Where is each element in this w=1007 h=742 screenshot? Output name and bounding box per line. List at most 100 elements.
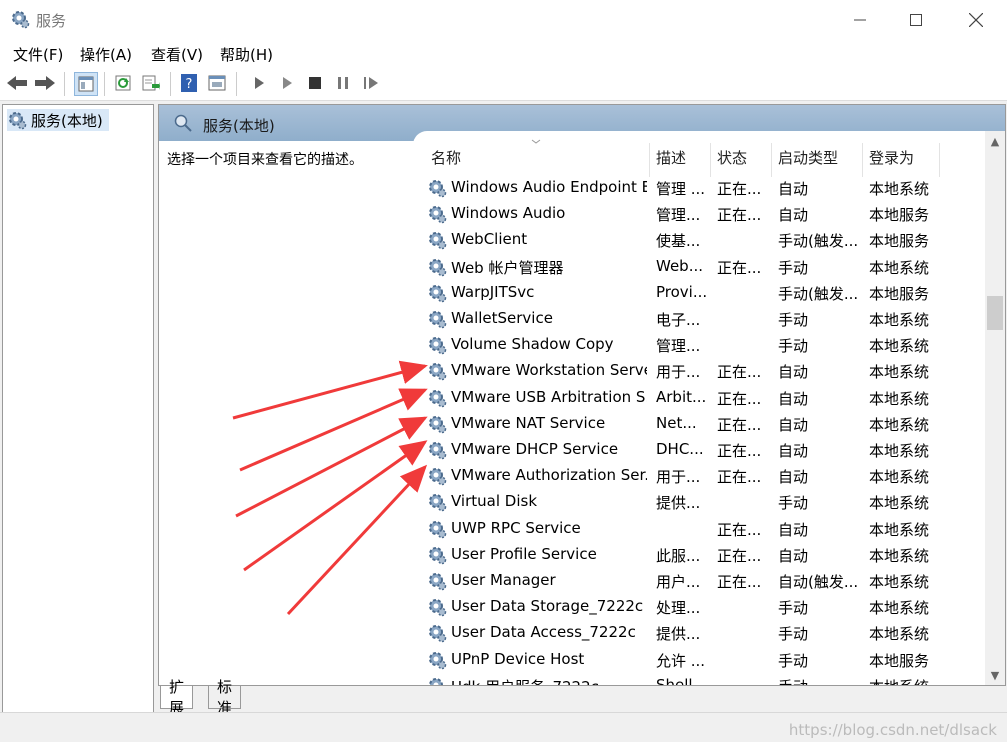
- service-description: 管理...: [656, 337, 701, 356]
- service-name: VMware Authorization Ser...: [451, 466, 647, 485]
- service-description: Web...: [656, 256, 704, 275]
- column-divider[interactable]: [649, 143, 650, 177]
- service-row[interactable]: User Manager 用户... 正在... 自动(触发... 本地系统: [413, 568, 983, 594]
- service-row[interactable]: User Data Storage_7222c 处理... 手动 本地系统: [413, 594, 983, 620]
- service-gear-icon: [427, 388, 447, 408]
- service-row[interactable]: VMware Workstation Server 用于... 正在... 自动 本地系…: [413, 358, 983, 384]
- service-row[interactable]: WarpJITSvc Provi... 手动(触发... 本地服务: [413, 280, 983, 306]
- window-title: 服务: [36, 12, 67, 30]
- service-startup-type: 自动: [778, 206, 809, 225]
- scroll-up-arrow-icon[interactable]: ▲: [985, 131, 1005, 151]
- maximize-button[interactable]: [888, 0, 944, 40]
- play-icon: [283, 77, 292, 89]
- service-gear-icon: [427, 466, 447, 486]
- service-status: 正在...: [717, 573, 762, 591]
- search-gear-icon: [174, 114, 192, 132]
- service-log-on-as: 本地系统: [869, 180, 930, 198]
- stop-service-button[interactable]: [304, 72, 326, 94]
- refresh-button[interactable]: [112, 72, 134, 94]
- start-service-alt-button[interactable]: [276, 72, 298, 94]
- service-row[interactable]: UWP RPC Service 正在... 自动 本地系统: [413, 516, 983, 542]
- tab-standard[interactable]: 标准: [208, 678, 242, 717]
- service-row[interactable]: Windows Audio Endpoint B... 管理 ... 正在... 自动…: [413, 175, 983, 201]
- service-name: Windows Audio: [451, 204, 566, 223]
- services-list: 名称 描述 状态 启动类型 登录为 Windows Audio Endpoint…: [413, 131, 1005, 685]
- service-startup-type: 自动: [778, 468, 809, 487]
- column-divider[interactable]: [862, 143, 863, 177]
- service-gear-icon: [427, 676, 447, 685]
- service-row[interactable]: VMware NAT Service Net... 正在... 自动 本地系统: [413, 411, 983, 437]
- service-name: VMware USB Arbitration S...: [451, 387, 647, 406]
- service-row[interactable]: UPnP Device Host 允许 ... 手动 本地服务: [413, 647, 983, 673]
- service-gear-icon: [427, 257, 447, 277]
- service-startup-type: 手动: [778, 651, 809, 670]
- service-gear-icon: [427, 230, 447, 250]
- show-hide-console-tree-button[interactable]: [74, 72, 98, 96]
- column-divider[interactable]: [710, 143, 711, 177]
- service-log-on-as: 本地系统: [869, 468, 930, 487]
- service-row[interactable]: VMware USB Arbitration S... Arbit... 正在...…: [413, 385, 983, 411]
- service-row[interactable]: VMware DHCP Service DHC... 正在... 自动 本地系统: [413, 437, 983, 463]
- help-button[interactable]: ?: [178, 72, 200, 94]
- service-description: DHC...: [656, 440, 704, 458]
- service-row[interactable]: Virtual Disk 提供... 手动 本地系统: [413, 489, 983, 515]
- service-name: Virtual Disk: [451, 492, 538, 511]
- service-gear-icon: [427, 204, 447, 224]
- service-gear-icon: [427, 492, 447, 512]
- service-status: 正在...: [717, 389, 762, 408]
- properties-button[interactable]: [206, 72, 228, 94]
- export-list-button[interactable]: [140, 72, 162, 94]
- menu-view[interactable]: 查看(V): [151, 44, 203, 65]
- console-tree: 服务(本地): [2, 104, 154, 714]
- service-name: VMware Workstation Server: [451, 361, 647, 380]
- close-icon: [969, 13, 983, 27]
- service-row[interactable]: User Profile Service 此服... 正在... 自动 本地系统: [413, 542, 983, 568]
- back-button[interactable]: [6, 72, 28, 94]
- sort-chevron-icon: [531, 139, 541, 144]
- start-service-button[interactable]: [248, 72, 270, 94]
- services-gear-icon: [9, 112, 27, 130]
- scroll-down-arrow-icon[interactable]: ▼: [985, 665, 1005, 685]
- service-row[interactable]: Volume Shadow Copy 管理... 手动 本地系统: [413, 332, 983, 358]
- service-row[interactable]: Web 帐户管理器 Web... 正在... 手动 本地系统: [413, 254, 983, 280]
- close-button[interactable]: [948, 0, 1004, 40]
- column-divider[interactable]: [939, 143, 940, 177]
- column-log-on-as[interactable]: 登录为: [869, 147, 914, 168]
- service-name: UWP RPC Service: [451, 518, 581, 537]
- service-row[interactable]: WebClient 使基... 手动(触发... 本地服务: [413, 227, 983, 253]
- column-startup-type[interactable]: 启动类型: [778, 147, 838, 168]
- service-name: Volume Shadow Copy: [451, 335, 614, 354]
- service-description: 管理 ...: [656, 180, 706, 198]
- service-description: Provi...: [656, 282, 708, 301]
- pause-service-button[interactable]: [332, 72, 354, 94]
- vertical-scrollbar[interactable]: ▲ ▼: [985, 131, 1005, 685]
- service-row[interactable]: WalletService 电子... 手动 本地系统: [413, 306, 983, 332]
- service-description: 提供...: [656, 494, 701, 513]
- service-log-on-as: 本地系统: [869, 415, 930, 434]
- service-row[interactable]: VMware Authorization Ser... 用于... 正在... 自动 本…: [413, 463, 983, 489]
- toolbar-separator: [64, 72, 65, 96]
- minimize-button[interactable]: [832, 0, 888, 40]
- service-row[interactable]: User Data Access_7222c 提供... 手动 本地系统: [413, 620, 983, 646]
- tree-item-services-local[interactable]: 服务(本地): [7, 109, 109, 131]
- restart-service-button[interactable]: [360, 72, 382, 94]
- service-startup-type: 手动: [778, 625, 809, 644]
- restart-icon: [364, 77, 378, 89]
- column-name[interactable]: 名称: [431, 147, 461, 168]
- menu-action[interactable]: 操作(A): [80, 44, 132, 65]
- service-row[interactable]: Windows Audio 管理... 正在... 自动 本地服务: [413, 201, 983, 227]
- scroll-thumb[interactable]: [987, 296, 1003, 330]
- stop-icon: [309, 77, 321, 89]
- service-name: UPnP Device Host: [451, 649, 585, 668]
- tab-extended[interactable]: 扩展: [160, 678, 194, 717]
- column-description[interactable]: 描述: [656, 147, 686, 168]
- service-description: 处理...: [656, 599, 701, 618]
- service-row[interactable]: Udk 用户服务_7222c Shell... 手动本地系统: [413, 673, 983, 685]
- service-log-on-as: 本地服务: [869, 206, 930, 225]
- column-divider[interactable]: [771, 143, 772, 177]
- service-gear-icon: [427, 545, 447, 565]
- menu-help[interactable]: 帮助(H): [220, 44, 273, 65]
- forward-button[interactable]: [34, 72, 56, 94]
- menu-file[interactable]: 文件(F): [13, 44, 63, 65]
- column-status[interactable]: 状态: [717, 147, 747, 168]
